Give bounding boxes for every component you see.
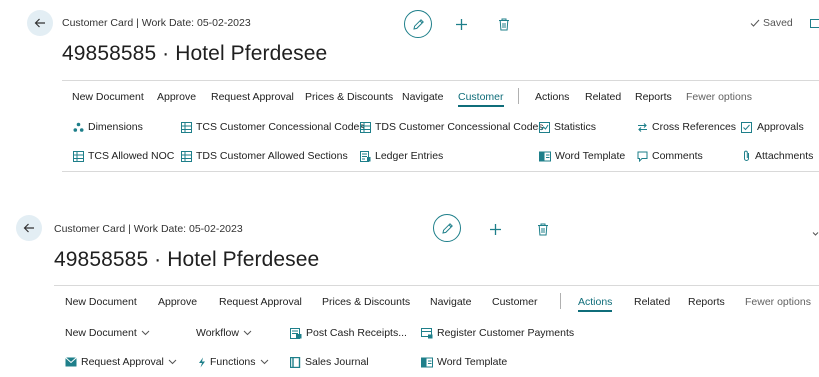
plus-icon	[489, 223, 501, 235]
tab-request-approval[interactable]: Request Approval	[219, 296, 302, 308]
back-button[interactable]	[27, 10, 53, 36]
action-word-template[interactable]: Word Template	[421, 356, 507, 368]
saved-label: Saved	[763, 17, 793, 29]
check-icon	[750, 19, 760, 27]
trash-icon	[499, 18, 509, 30]
pencil-icon	[441, 222, 453, 234]
tab-reports[interactable]: Reports	[635, 91, 672, 103]
tab-customer[interactable]: Customer	[492, 296, 538, 308]
delete-button[interactable]	[534, 220, 552, 238]
tab-fewer-options[interactable]: Fewer options	[686, 91, 752, 103]
arrow-left-icon	[34, 18, 45, 28]
action-ledger-entries[interactable]: Ledger Entries	[360, 150, 443, 162]
request-approval-icon	[65, 357, 77, 367]
action-workflow[interactable]: Workflow	[196, 327, 252, 339]
tab-approve[interactable]: Approve	[158, 296, 197, 308]
table-icon	[360, 121, 371, 133]
table-icon	[181, 121, 192, 133]
tab-separator	[518, 88, 519, 104]
tab-customer[interactable]: Customer	[458, 91, 504, 107]
comment-icon	[637, 151, 648, 162]
journal-icon	[290, 356, 301, 368]
tab-separator	[560, 293, 561, 309]
tab-prices-discounts[interactable]: Prices & Discounts	[322, 296, 410, 308]
action-post-cash-receipts[interactable]: Post Cash Receipts...	[290, 327, 407, 339]
action-word-template[interactable]: Word Template	[539, 150, 625, 162]
action-comments[interactable]: Comments	[637, 150, 703, 162]
breadcrumb: Customer Card | Work Date: 05-02-2023	[54, 223, 243, 235]
action-functions[interactable]: Functions	[198, 356, 269, 368]
action-dimensions[interactable]: Dimensions	[73, 121, 143, 133]
action-tcs-customer-concessional-codes[interactable]: TCS Customer Concessional Codes	[181, 121, 365, 133]
divider	[54, 285, 819, 286]
divider	[62, 171, 819, 172]
table-icon	[73, 150, 84, 162]
tab-actions[interactable]: Actions	[535, 91, 569, 103]
action-new-document[interactable]: New Document	[65, 327, 150, 339]
open-new-window-icon[interactable]	[810, 19, 819, 28]
saved-status: Saved	[750, 17, 793, 29]
tab-request-approval[interactable]: Request Approval	[211, 91, 294, 103]
chevron-down-icon	[168, 359, 177, 365]
tab-fewer-options[interactable]: Fewer options	[745, 296, 811, 308]
back-button[interactable]	[16, 215, 42, 241]
new-button[interactable]	[486, 220, 504, 238]
action-request-approval[interactable]: Request Approval	[65, 356, 177, 368]
tab-prices-discounts[interactable]: Prices & Discounts	[305, 91, 393, 103]
swap-arrows-icon	[638, 122, 647, 132]
tab-related[interactable]: Related	[585, 91, 621, 103]
cash-receipt-icon	[290, 327, 302, 339]
page-title: 49858585 · Hotel Pferdesee	[62, 42, 328, 65]
pencil-icon	[412, 18, 424, 30]
tab-related[interactable]: Related	[634, 296, 670, 308]
arrow-left-icon	[23, 223, 34, 233]
divider	[62, 80, 819, 81]
statistics-icon	[539, 121, 550, 133]
plus-icon	[455, 18, 467, 30]
chevron-down-icon	[243, 330, 252, 336]
tab-reports[interactable]: Reports	[688, 296, 725, 308]
action-sales-journal[interactable]: Sales Journal	[290, 356, 369, 368]
tab-approve[interactable]: Approve	[157, 91, 196, 103]
table-icon	[181, 150, 192, 162]
action-tds-customer-concessional-codes[interactable]: TDS Customer Concessional Codes	[360, 121, 544, 133]
chevron-down-icon[interactable]	[812, 224, 819, 242]
payments-icon	[421, 327, 433, 338]
tab-navigate[interactable]: Navigate	[402, 91, 443, 103]
breadcrumb: Customer Card | Work Date: 05-02-2023	[62, 17, 251, 29]
paperclip-icon	[744, 150, 749, 161]
tab-navigate[interactable]: Navigate	[430, 296, 471, 308]
lightning-icon	[199, 357, 205, 367]
tab-actions[interactable]: Actions	[578, 296, 613, 312]
dimensions-icon	[73, 122, 84, 132]
word-template-icon	[539, 151, 551, 161]
tab-new-document[interactable]: New Document	[72, 91, 144, 103]
chevron-down-icon	[141, 330, 150, 336]
delete-button[interactable]	[495, 15, 513, 33]
approvals-icon	[741, 121, 752, 133]
word-template-icon	[421, 357, 433, 367]
action-tds-customer-allowed-sections[interactable]: TDS Customer Allowed Sections	[181, 150, 348, 162]
chevron-down-icon	[260, 359, 268, 365]
action-approvals[interactable]: Approvals	[741, 121, 804, 133]
action-statistics[interactable]: Statistics	[539, 121, 596, 133]
page-title: 49858585 · Hotel Pferdesee	[54, 248, 320, 271]
edit-button[interactable]	[433, 214, 461, 242]
trash-icon	[538, 223, 548, 235]
new-button[interactable]	[452, 15, 470, 33]
action-cross-references[interactable]: Cross References	[637, 121, 736, 133]
action-register-customer-payments[interactable]: Register Customer Payments	[421, 327, 574, 339]
action-attachments[interactable]: Attachments	[742, 150, 813, 162]
edit-button[interactable]	[404, 10, 432, 38]
action-tcs-allowed-noc[interactable]: TCS Allowed NOC	[73, 150, 174, 162]
tab-new-document[interactable]: New Document	[65, 296, 137, 308]
ledger-icon	[360, 150, 371, 162]
